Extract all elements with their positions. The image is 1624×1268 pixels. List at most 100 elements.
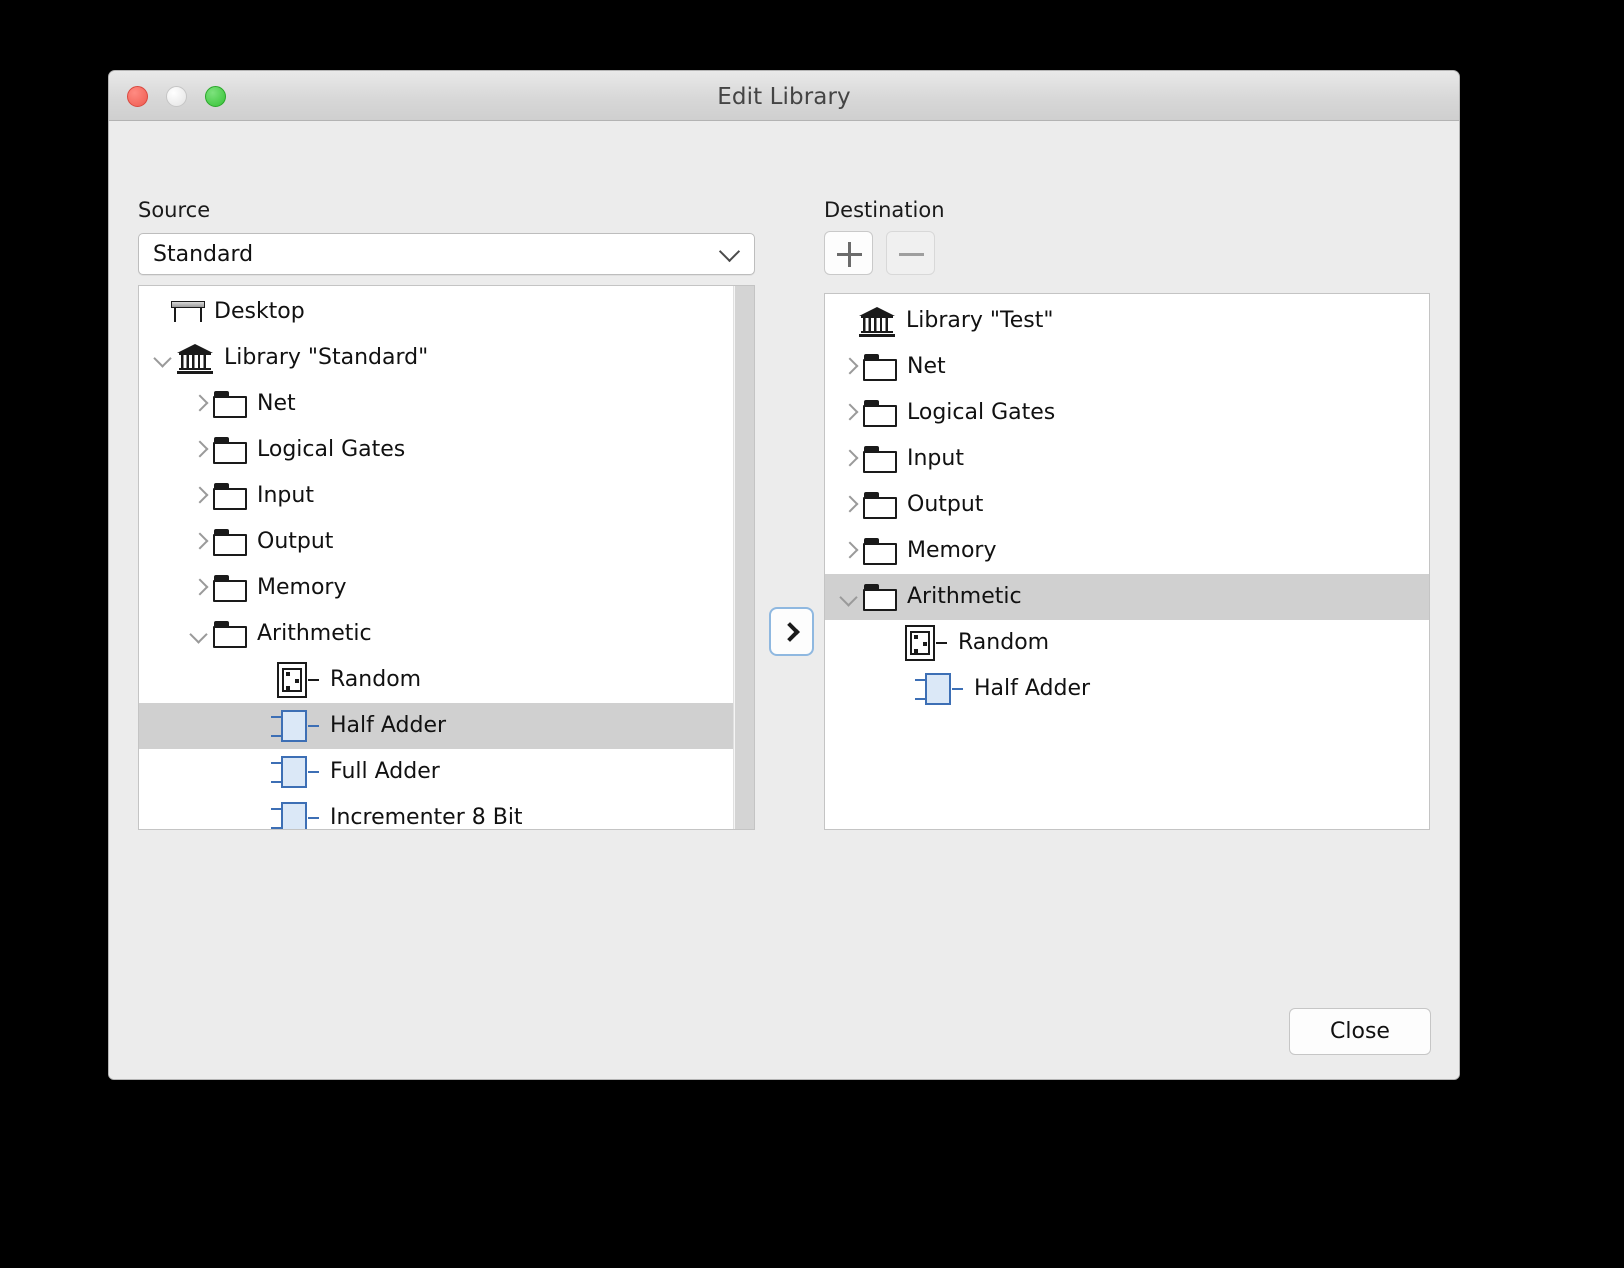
destination-tree-item-row-label: Half Adder (974, 678, 1090, 700)
chevron-down-icon[interactable] (187, 621, 213, 647)
folder-icon (213, 575, 247, 602)
source-tree: Desktop Library "Standard" Net Logical Gate… (139, 286, 754, 829)
window-title: Edit Library (109, 84, 1459, 110)
source-tree-item-row-label: Logical Gates (257, 439, 405, 461)
dialog-body: Source Standard Desktop Library "Standard… (109, 121, 1459, 1080)
random-icon (897, 625, 949, 661)
folder-icon (213, 483, 247, 510)
chevron-right-icon[interactable] (837, 354, 863, 380)
source-tree-item-row-label: Output (257, 531, 333, 553)
source-tree-scrollbar-thumb[interactable] (735, 286, 754, 830)
transfer-to-destination-button[interactable] (769, 607, 814, 656)
source-tree-item-row[interactable]: Random (139, 657, 754, 703)
random-icon (269, 662, 321, 698)
source-tree-item-row[interactable]: Output (139, 519, 754, 565)
destination-tree-item-row[interactable]: Input (825, 436, 1429, 482)
source-tree-panel[interactable]: Desktop Library "Standard" Net Logical Gate… (138, 285, 755, 830)
library-icon (859, 305, 895, 337)
source-tree-item-row[interactable]: Input (139, 473, 754, 519)
chevron-right-icon[interactable] (187, 391, 213, 417)
chevron-down-icon[interactable] (151, 345, 177, 371)
source-tree-item-row-label: Net (257, 393, 296, 415)
source-tree-item-row[interactable]: Half Adder (139, 703, 754, 749)
folder-icon (213, 621, 247, 648)
destination-tree: Library "Test" Net Logical Gates Input Outpu… (825, 294, 1429, 829)
folder-icon (863, 492, 897, 519)
folder-icon (863, 538, 897, 565)
minus-icon (899, 253, 924, 257)
source-tree-item-row[interactable]: Incrementer 8 Bit (139, 795, 754, 830)
edit-library-window: Edit Library Source Standard Desktop Libr… (108, 70, 1460, 1080)
destination-tree-item-row-label: Net (907, 356, 946, 378)
destination-tree-item-row[interactable]: Memory (825, 528, 1429, 574)
destination-tree-item-row[interactable]: Half Adder (825, 666, 1429, 712)
source-tree-item-row-label: Incrementer 8 Bit (330, 807, 523, 829)
destination-tree-panel[interactable]: Library "Test" Net Logical Gates Input Outpu… (824, 293, 1430, 830)
source-tree-item-row-label: Memory (257, 577, 346, 599)
chevron-right-icon[interactable] (837, 400, 863, 426)
window-titlebar: Edit Library (109, 71, 1459, 121)
folder-icon (213, 529, 247, 556)
folder-icon (863, 446, 897, 473)
chevron-right-icon[interactable] (837, 538, 863, 564)
destination-tree-item-row[interactable]: Net (825, 344, 1429, 390)
component-icon (269, 801, 321, 830)
destination-tree-item-row-label: Random (958, 632, 1049, 654)
folder-icon (213, 391, 247, 418)
source-section-label: Source (138, 198, 210, 222)
destination-tree-item-row-label: Output (907, 494, 983, 516)
close-button[interactable]: Close (1289, 1008, 1431, 1055)
folder-icon (863, 400, 897, 427)
source-tree-item-row[interactable]: Full Adder (139, 749, 754, 795)
source-tree-item-row-label: Input (257, 485, 314, 507)
source-tree-item-row[interactable]: Library "Standard" (139, 335, 754, 381)
source-tree-item-row[interactable]: Arithmetic (139, 611, 754, 657)
source-tree-item-row[interactable]: Desktop (139, 289, 754, 335)
source-tree-item-row-label: Arithmetic (257, 623, 372, 645)
chevron-right-icon[interactable] (187, 529, 213, 555)
remove-folder-button[interactable] (886, 231, 935, 275)
chevron-right-icon[interactable] (187, 483, 213, 509)
destination-section-label: Destination (824, 198, 945, 222)
source-tree-item-row-label: Full Adder (330, 761, 440, 783)
destination-tree-item-row-label: Input (907, 448, 964, 470)
source-tree-item-row-label: Half Adder (330, 715, 446, 737)
destination-toolbar (824, 231, 935, 275)
source-tree-item-row[interactable]: Logical Gates (139, 427, 754, 473)
chevron-right-icon[interactable] (187, 437, 213, 463)
component-icon (269, 755, 321, 789)
source-library-select[interactable]: Standard (138, 233, 755, 275)
source-tree-item-row-label: Random (330, 669, 421, 691)
destination-tree-item-row-label: Arithmetic (907, 586, 1022, 608)
destination-tree-item-row[interactable]: Library "Test" (825, 298, 1429, 344)
destination-tree-item-row[interactable]: Logical Gates (825, 390, 1429, 436)
source-tree-item-row-label: Desktop (214, 301, 305, 323)
destination-tree-item-row[interactable]: Random (825, 620, 1429, 666)
source-tree-item-row-label: Library "Standard" (224, 347, 428, 369)
source-tree-scrollbar[interactable] (733, 286, 754, 829)
destination-tree-item-row-label: Logical Gates (907, 402, 1055, 424)
source-tree-item-row[interactable]: Memory (139, 565, 754, 611)
chevron-right-icon[interactable] (187, 575, 213, 601)
folder-icon (863, 584, 897, 611)
source-library-select-value: Standard (153, 242, 253, 267)
library-icon (177, 342, 213, 374)
folder-icon (213, 437, 247, 464)
chevron-down-icon (722, 247, 740, 265)
source-tree-item-row[interactable]: Net (139, 381, 754, 427)
chevron-down-icon[interactable] (837, 584, 863, 610)
plus-icon-vertical (848, 242, 852, 267)
destination-tree-item-row-label: Library "Test" (906, 310, 1053, 332)
chevron-right-icon[interactable] (837, 446, 863, 472)
dialog-footer: Close (109, 995, 1459, 1080)
add-folder-button[interactable] (824, 231, 873, 275)
chevron-right-icon[interactable] (837, 492, 863, 518)
desktop-icon (171, 299, 205, 325)
chevron-right-icon (780, 622, 800, 642)
folder-icon (863, 354, 897, 381)
destination-tree-item-row-label: Memory (907, 540, 996, 562)
destination-tree-item-row[interactable]: Output (825, 482, 1429, 528)
component-icon (269, 709, 321, 743)
destination-tree-item-row[interactable]: Arithmetic (825, 574, 1429, 620)
component-icon (913, 672, 965, 706)
